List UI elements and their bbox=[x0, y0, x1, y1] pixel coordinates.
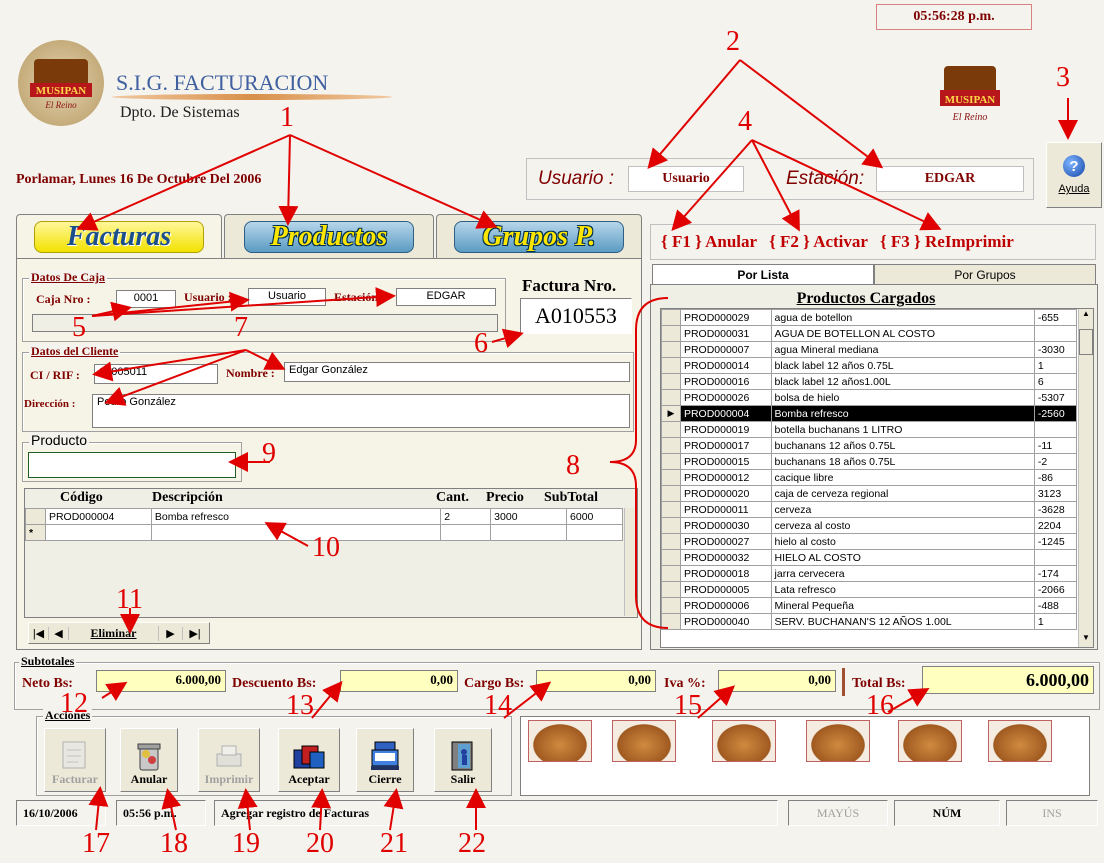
annotation-number: 16 bbox=[866, 690, 894, 721]
annotation-number: 15 bbox=[674, 690, 702, 721]
annotation-number: 11 bbox=[116, 584, 143, 615]
annotation-number: 18 bbox=[160, 828, 188, 859]
annotation-number: 4 bbox=[738, 106, 752, 137]
annotation-number: 19 bbox=[232, 828, 260, 859]
annotation-number: 12 bbox=[60, 688, 88, 719]
annotation-number: 20 bbox=[306, 828, 334, 859]
annotation-number: 8 bbox=[566, 450, 580, 481]
annotation-number: 6 bbox=[474, 328, 488, 359]
annotation-number: 14 bbox=[484, 690, 512, 721]
annotation-number: 22 bbox=[458, 828, 486, 859]
annotation-number: 13 bbox=[286, 690, 314, 721]
annotation-arrows bbox=[76, 59, 1078, 831]
annotation-number: 2 bbox=[726, 26, 740, 57]
annotation-number: 21 bbox=[380, 828, 408, 859]
annotation-number: 10 bbox=[312, 532, 340, 563]
annotation-number: 17 bbox=[82, 828, 110, 859]
annotation-number: 3 bbox=[1056, 62, 1070, 93]
annotation-number: 5 bbox=[72, 312, 86, 343]
annotation-number: 9 bbox=[262, 438, 276, 469]
annotation-number: 1 bbox=[280, 102, 294, 133]
annotation-number: 7 bbox=[234, 312, 248, 343]
